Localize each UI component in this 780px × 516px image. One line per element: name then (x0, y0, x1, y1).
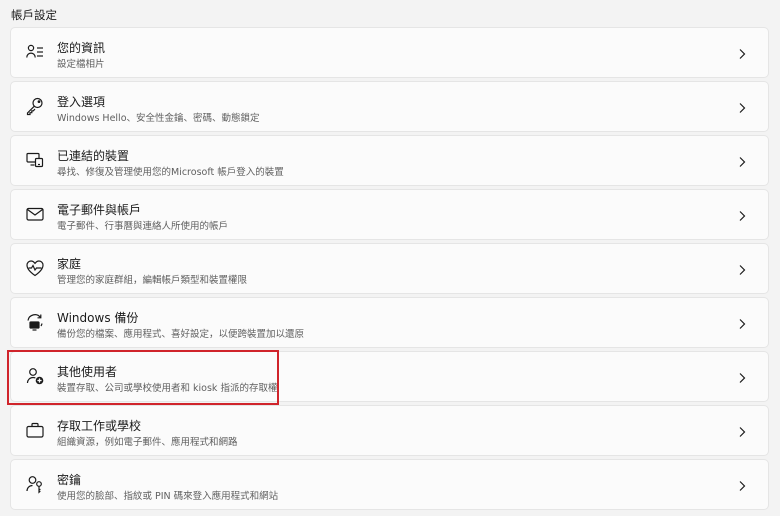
item-title: Windows 備份 (57, 311, 139, 325)
item-description: 備份您的檔案、應用程式、喜好設定，以便跨裝置加以還原 (57, 329, 305, 340)
item-title: 家庭 (57, 257, 82, 271)
chevron-right-icon (736, 424, 748, 438)
settings-item-family[interactable]: 家庭 管理您的家庭群組，編輯帳戶類型和裝置權限 (10, 243, 769, 294)
settings-item-other-users[interactable]: 其他使用者 裝置存取、公司或學校使用者和 kiosk 指派的存取權 (10, 351, 769, 402)
item-description: 裝置存取、公司或學校使用者和 kiosk 指派的存取權 (57, 383, 278, 394)
settings-item-your-info[interactable]: 您的資訊 設定檔相片 (10, 27, 769, 78)
backup-icon (25, 312, 45, 332)
item-description: Windows Hello、安全性金鑰、密碼、動態鎖定 (57, 113, 260, 124)
settings-item-email-accounts[interactable]: 電子郵件與帳戶 電子郵件、行事曆與連絡人所使用的帳戶 (10, 189, 769, 240)
settings-item-linked-devices[interactable]: 已連結的裝置 尋找、修復及管理使用您的Microsoft 帳戶登入的裝置 (10, 135, 769, 186)
item-description: 使用您的臉部、指紋或 PIN 碼來登入應用程式和網站 (57, 491, 279, 502)
section-title: 帳戶設定 (11, 8, 57, 22)
item-description: 電子郵件、行事曆與連絡人所使用的帳戶 (57, 221, 229, 232)
item-title: 您的資訊 (57, 41, 106, 55)
person-info-icon (25, 42, 45, 62)
item-title: 電子郵件與帳戶 (57, 203, 142, 217)
item-description: 設定檔相片 (57, 59, 105, 70)
chevron-right-icon (736, 370, 748, 384)
settings-item-access-work-school[interactable]: 存取工作或學校 組織資源，例如電子郵件、應用程式和網路 (10, 405, 769, 456)
briefcase-icon (25, 420, 45, 440)
key-icon (25, 96, 45, 116)
chevron-right-icon (736, 208, 748, 222)
chevron-right-icon (736, 316, 748, 330)
chevron-right-icon (736, 100, 748, 114)
chevron-right-icon (736, 478, 748, 492)
item-title: 其他使用者 (57, 365, 118, 379)
item-description: 管理您的家庭群組，編輯帳戶類型和裝置權限 (57, 275, 248, 286)
item-title: 密鑰 (57, 473, 82, 487)
item-title: 已連結的裝置 (57, 149, 130, 163)
mail-icon (25, 204, 45, 224)
passkey-icon (25, 474, 45, 494)
chevron-right-icon (736, 154, 748, 168)
item-title: 登入選項 (57, 95, 106, 109)
add-person-icon (25, 366, 45, 386)
chevron-right-icon (736, 262, 748, 276)
settings-item-windows-backup[interactable]: Windows 備份 備份您的檔案、應用程式、喜好設定，以便跨裝置加以還原 (10, 297, 769, 348)
chevron-right-icon (736, 46, 748, 60)
item-title: 存取工作或學校 (57, 419, 142, 433)
settings-item-passkeys[interactable]: 密鑰 使用您的臉部、指紋或 PIN 碼來登入應用程式和網站 (10, 459, 769, 510)
family-heart-icon (25, 258, 45, 278)
settings-item-sign-in-options[interactable]: 登入選項 Windows Hello、安全性金鑰、密碼、動態鎖定 (10, 81, 769, 132)
item-description: 組織資源，例如電子郵件、應用程式和網路 (57, 437, 238, 448)
devices-icon (25, 150, 45, 170)
item-description: 尋找、修復及管理使用您的Microsoft 帳戶登入的裝置 (57, 167, 284, 178)
